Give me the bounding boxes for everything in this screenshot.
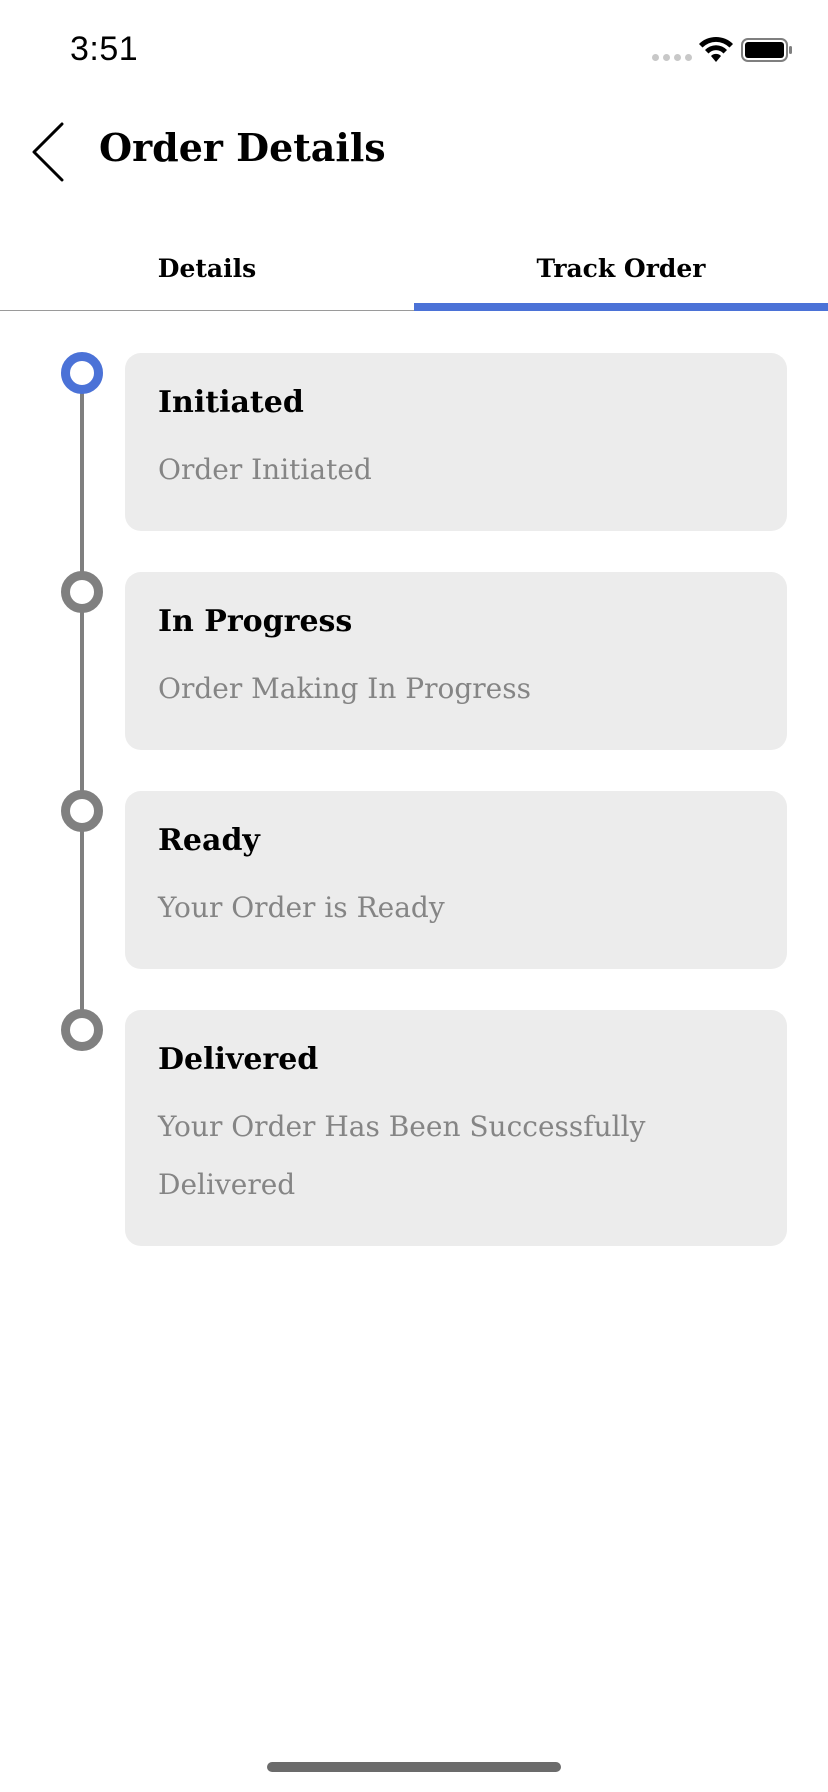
- chevron-left-icon: [32, 122, 64, 182]
- page-title: Order Details: [99, 125, 386, 170]
- tab-track-order[interactable]: Track Order: [414, 225, 828, 311]
- step-card-in-progress: In Progress Order Making In Progress: [125, 572, 787, 750]
- timeline-dot-delivered: [61, 1009, 103, 1051]
- timeline-dot-ready: [61, 790, 103, 832]
- step-card-initiated: Initiated Order Initiated: [125, 353, 787, 531]
- signal-icon: [652, 54, 692, 61]
- step-card-ready: Ready Your Order is Ready: [125, 791, 787, 969]
- status-bar: 3:51: [0, 0, 828, 100]
- battery-icon: [741, 38, 792, 62]
- status-time: 3:51: [70, 30, 139, 68]
- tab-bar: Details Track Order: [0, 225, 828, 311]
- timeline-line: [80, 372, 84, 1030]
- nav-bar: Order Details: [0, 100, 828, 210]
- tab-details[interactable]: Details: [0, 225, 414, 311]
- tab-selected-indicator: [414, 303, 828, 311]
- timeline-dot-in-progress: [61, 571, 103, 613]
- back-button[interactable]: [22, 120, 78, 184]
- step-title: Ready: [158, 823, 260, 858]
- home-indicator[interactable]: [267, 1762, 561, 1772]
- step-description: Your Order Has Been Successfully Deliver…: [158, 1110, 646, 1201]
- step-title: In Progress: [158, 604, 353, 639]
- step-description: Order Initiated: [158, 453, 372, 486]
- timeline-dot-initiated: [61, 352, 103, 394]
- step-description: Your Order is Ready: [158, 891, 445, 924]
- step-title: Initiated: [158, 385, 304, 420]
- step-title: Delivered: [158, 1042, 319, 1077]
- wifi-icon: [699, 36, 733, 62]
- step-card-delivered: Delivered Your Order Has Been Successful…: [125, 1010, 787, 1246]
- tab-details-label: Details: [157, 253, 257, 283]
- tab-track-order-label: Track Order: [536, 253, 706, 283]
- step-description: Order Making In Progress: [158, 672, 531, 705]
